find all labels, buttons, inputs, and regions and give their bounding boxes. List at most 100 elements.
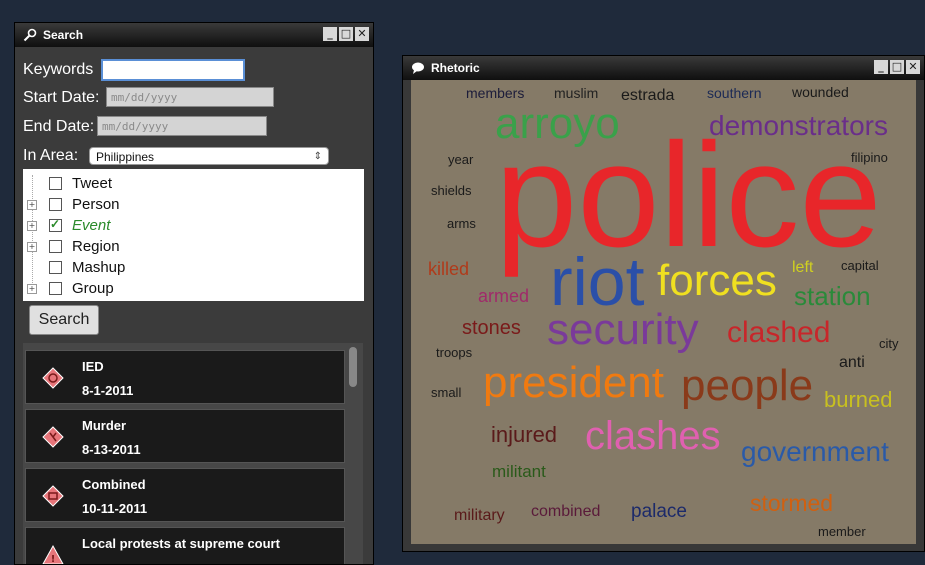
tree-item-label: Tweet — [72, 174, 113, 192]
word-cloud-word: killed — [428, 259, 470, 279]
word-cloud-word: capital — [841, 258, 879, 273]
tree-item-label: Mashup — [72, 258, 126, 276]
search-window-title: Search — [43, 28, 84, 42]
word-cloud-word: wounded — [792, 84, 849, 100]
area-label: In Area: — [23, 147, 79, 164]
type-tree: Tweet + Person + Event + Region Mashup +… — [23, 169, 364, 301]
word-cloud-word: people — [681, 361, 814, 410]
word-cloud-word: troops — [436, 345, 473, 360]
tree-item-label: Event — [72, 216, 111, 234]
minimize-button[interactable]: _ — [874, 60, 888, 74]
tweet-checkbox[interactable] — [49, 176, 62, 190]
murder-hazard-icon — [42, 426, 64, 448]
word-cloud-word: station — [794, 281, 871, 311]
word-cloud: members muslim estrada southern wounded … — [411, 80, 916, 544]
word-cloud-word: southern — [707, 85, 762, 101]
keywords-label: Keywords — [23, 61, 94, 78]
word-cloud-word: members — [466, 85, 525, 101]
word-cloud-word: small — [431, 385, 462, 400]
rhetoric-titlebar[interactable]: Rhetoric _ □ ✕ — [403, 56, 924, 80]
close-button[interactable]: ✕ — [906, 60, 920, 74]
combined-hazard-icon — [42, 485, 64, 507]
word-cloud-word: year — [448, 152, 474, 167]
word-cloud-word: clashes — [585, 414, 721, 458]
result-title: Local protests at supreme court — [82, 536, 280, 551]
maximize-button[interactable]: □ — [339, 27, 353, 41]
word-cloud-word: stones — [462, 317, 521, 339]
results-scrollbar[interactable] — [349, 347, 357, 387]
expand-event-icon[interactable]: + — [27, 221, 37, 231]
result-date: 10-11-2011 — [82, 501, 148, 516]
word-cloud-word: militant — [492, 462, 546, 481]
word-cloud-word: military — [454, 507, 505, 524]
end-date-input[interactable]: mm/dd/yyyy — [97, 116, 267, 136]
word-cloud-word: combined — [531, 503, 601, 520]
word-cloud-word: president — [483, 358, 665, 407]
word-cloud-word: estrada — [621, 87, 675, 104]
result-item-local-protests[interactable]: ! Local protests at supreme court — [25, 527, 345, 564]
result-date: 8-1-2011 — [82, 383, 134, 398]
tree-item-label: Person — [72, 195, 120, 213]
tree-item-group[interactable]: Group — [41, 278, 114, 298]
rhetoric-window: Rhetoric _ □ ✕ members muslim estrada so… — [402, 55, 925, 552]
close-button[interactable]: ✕ — [355, 27, 369, 41]
word-cloud-word: member — [818, 524, 866, 539]
group-checkbox[interactable] — [49, 281, 62, 295]
word-cloud-word: city — [879, 336, 899, 351]
ied-hazard-icon — [42, 367, 64, 389]
word-cloud-word: injured — [491, 422, 558, 447]
tree-item-person[interactable]: Person — [41, 194, 120, 214]
region-checkbox[interactable] — [49, 239, 62, 253]
result-item-ied[interactable]: IED 8-1-2011 — [25, 350, 345, 404]
word-cloud-word: stormed — [750, 490, 834, 516]
event-checkbox[interactable] — [49, 217, 62, 232]
word-cloud-word: muslim — [554, 85, 599, 101]
minimize-button[interactable]: _ — [323, 27, 337, 41]
maximize-button[interactable]: □ — [890, 60, 904, 74]
result-title: Murder — [82, 418, 127, 433]
results-list: IED 8-1-2011 Murder 8-13-2011 Combined 1… — [23, 343, 363, 564]
word-cloud-word: forces — [657, 256, 777, 305]
expand-region-icon[interactable]: + — [27, 242, 37, 252]
rhetoric-window-title: Rhetoric — [431, 61, 480, 75]
word-cloud-word: clashed — [727, 316, 831, 349]
tree-item-tweet[interactable]: Tweet — [41, 173, 112, 193]
result-date: 8-13-2011 — [82, 442, 141, 457]
word-cloud-word: left — [792, 259, 814, 276]
word-cloud-word: palace — [631, 501, 687, 522]
speech-bubble-icon — [412, 62, 424, 74]
word-cloud-word: shields — [431, 183, 472, 198]
tree-item-label: Region — [72, 237, 120, 255]
start-date-label: Start Date: — [23, 89, 100, 106]
magnifier-icon — [23, 28, 37, 42]
mashup-checkbox[interactable] — [49, 260, 62, 274]
select-arrows-icon: ⇕ — [313, 151, 322, 162]
word-cloud-word: government — [741, 436, 889, 467]
result-title: Combined — [82, 477, 146, 492]
word-cloud-word: security — [547, 305, 699, 354]
word-cloud-word: anti — [839, 354, 865, 371]
tree-item-event[interactable]: Event — [41, 215, 110, 235]
search-window: Search _ □ ✕ Keywords Start Date: mm/dd/… — [14, 22, 374, 565]
protest-warning-icon: ! — [42, 544, 64, 564]
start-date-input[interactable]: mm/dd/yyyy — [106, 87, 274, 107]
keywords-input[interactable] — [101, 59, 245, 81]
tree-item-label: Group — [72, 279, 114, 297]
tree-item-region[interactable]: Region — [41, 236, 120, 256]
result-title: IED — [82, 359, 104, 374]
area-select[interactable]: Philippines ⇕ — [89, 147, 329, 165]
tree-item-mashup[interactable]: Mashup — [41, 257, 125, 277]
result-item-combined[interactable]: Combined 10-11-2011 — [25, 468, 345, 522]
expand-person-icon[interactable]: + — [27, 200, 37, 210]
expand-group-icon[interactable]: + — [27, 284, 37, 294]
end-date-label: End Date: — [23, 118, 95, 135]
search-titlebar[interactable]: Search _ □ ✕ — [15, 23, 373, 47]
search-button[interactable]: Search — [29, 305, 99, 335]
area-select-value: Philippines — [96, 150, 155, 164]
word-cloud-word: arms — [447, 216, 476, 231]
person-checkbox[interactable] — [49, 197, 62, 211]
word-cloud-word: armed — [478, 286, 530, 306]
tree-line — [32, 175, 33, 293]
word-cloud-word: burned — [824, 387, 893, 412]
result-item-murder[interactable]: Murder 8-13-2011 — [25, 409, 345, 463]
